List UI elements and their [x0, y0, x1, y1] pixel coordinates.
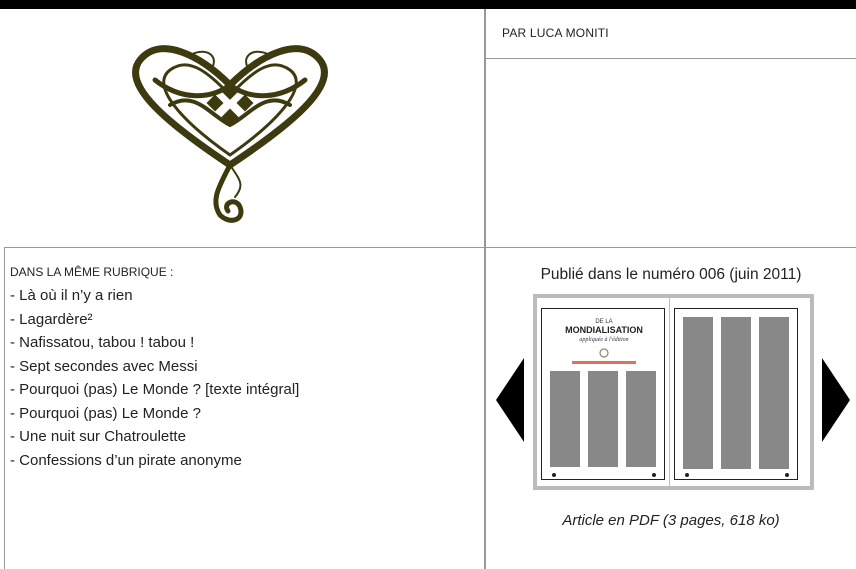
rubric-link[interactable]: - Sept secondes avec Messi: [10, 355, 299, 379]
page-layout-left: DE LA MONDIALISATION appliquée à l'éditi…: [550, 319, 656, 477]
magazine-page-left: DE LA MONDIALISATION appliquée à l'éditi…: [541, 308, 665, 480]
section-divider: [4, 247, 856, 248]
rubric-link[interactable]: - Là où il n’y a rien: [10, 284, 299, 308]
rubric-link[interactable]: - Confessions d’un pirate anonyme: [10, 449, 299, 473]
rubric-heading: DANS LA MÊME RUBRIQUE :: [10, 265, 174, 279]
page-heading-main: MONDIALISATION: [565, 325, 643, 335]
pdf-download-link[interactable]: Article en PDF (3 pages, 618 ko): [486, 512, 856, 529]
top-bar: [0, 0, 856, 9]
author-byline: PAR LUCA MONITI: [502, 26, 609, 40]
ornament-icon: [132, 45, 328, 223]
rubric-link[interactable]: - Pourquoi (pas) Le Monde ?: [10, 402, 299, 426]
publication-info: Publié dans le numéro 006 (juin 2011): [540, 266, 802, 283]
left-border: [4, 247, 5, 569]
rubric-link[interactable]: - Nafissatou, tabou ! tabou !: [10, 331, 299, 355]
magazine-preview-left[interactable]: DE LA MONDIALISATION appliquée à l'éditi…: [533, 294, 673, 490]
previous-arrow-icon[interactable]: [496, 358, 524, 442]
magazine-preview-right[interactable]: [670, 294, 814, 490]
rubric-link[interactable]: - Lagardère²: [10, 308, 299, 332]
rubric-list: - Là où il n’y a rien - Lagardère² - Naf…: [10, 284, 299, 472]
page-layout-right: [683, 317, 789, 477]
page-heading-sub: appliquée à l'édition: [579, 337, 628, 343]
column-divider: [484, 9, 486, 569]
author-divider: [486, 58, 856, 59]
next-arrow-icon[interactable]: [822, 358, 850, 442]
magazine-page-right: [674, 308, 798, 480]
rubric-link[interactable]: - Une nuit sur Chatroulette: [10, 425, 299, 449]
rubric-link[interactable]: - Pourquoi (pas) Le Monde ? [texte intég…: [10, 378, 299, 402]
